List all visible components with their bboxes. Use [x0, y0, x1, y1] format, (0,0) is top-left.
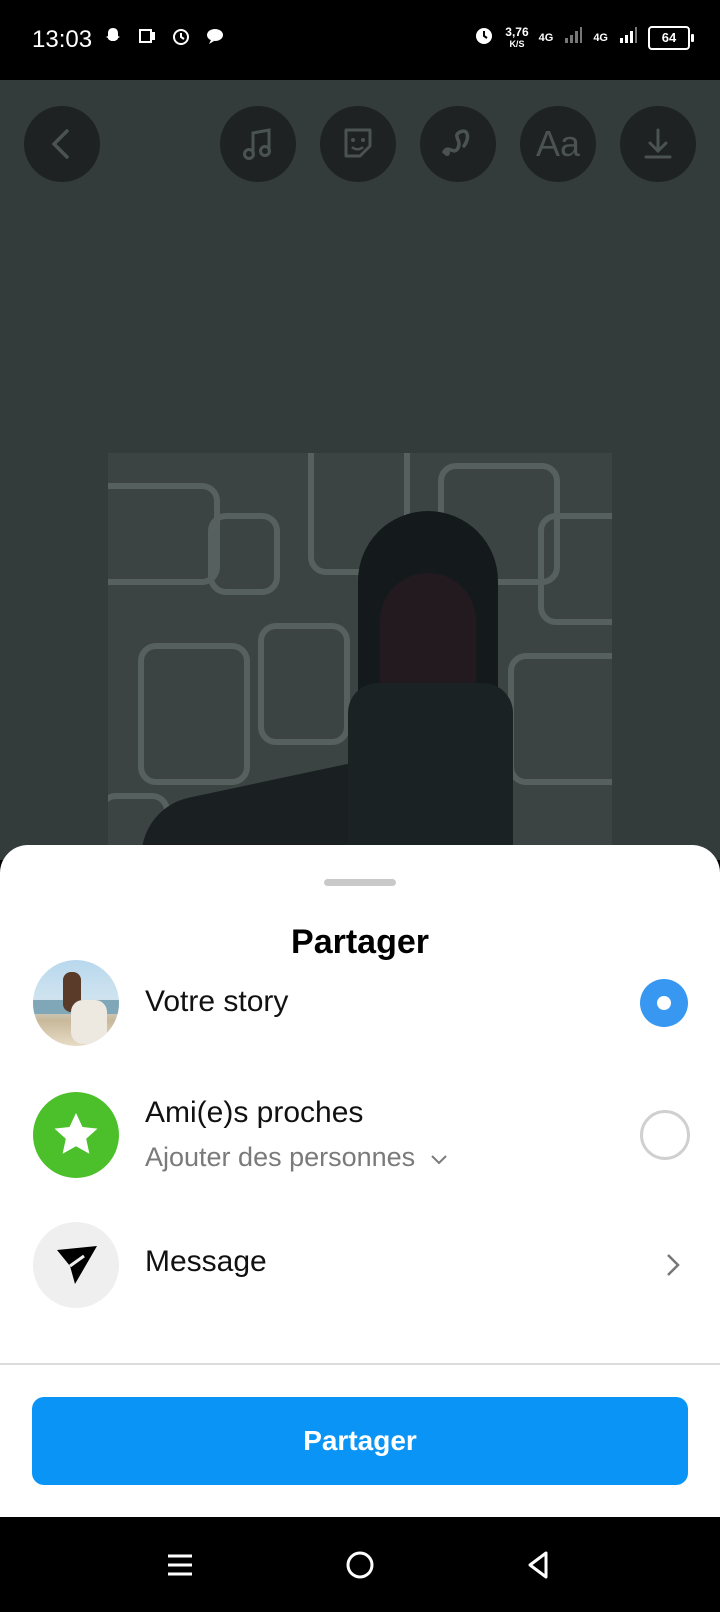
text-button[interactable]: Aa [520, 106, 596, 182]
story-editor: Aa [0, 80, 720, 860]
sim-icon [137, 26, 157, 46]
drag-handle[interactable] [324, 879, 396, 886]
alarm-icon [473, 24, 495, 51]
back-nav-button[interactable] [520, 1547, 556, 1583]
sheet-title: Partager [291, 923, 429, 961]
network-speed: 3,76 K/S [505, 26, 528, 50]
radio-unselected[interactable] [640, 1110, 690, 1160]
music-icon [243, 128, 271, 160]
avatar-horse [71, 1000, 107, 1044]
chevron-down-icon [430, 1155, 447, 1165]
shoe-lining [380, 573, 476, 693]
network-type-1: 4G [538, 31, 554, 44]
home-button[interactable] [342, 1547, 378, 1583]
chevron-right-icon [667, 1254, 680, 1276]
pattern-tile [538, 513, 612, 625]
download-button[interactable] [620, 106, 696, 182]
add-people-link[interactable]: Ajouter des personnes [145, 1142, 449, 1173]
signal-icon [563, 25, 583, 50]
radio-selected[interactable] [640, 979, 688, 1027]
divider [0, 1363, 720, 1365]
pattern-tile [508, 653, 612, 785]
pattern-tile [258, 623, 350, 745]
download-icon [644, 128, 672, 159]
close-friends-icon [33, 1092, 119, 1178]
home-icon [346, 1551, 374, 1579]
system-nav-bar [0, 1517, 720, 1612]
option-label: Message [145, 1245, 267, 1278]
speed-value: 3,76 [505, 24, 529, 39]
pattern-tile [138, 643, 250, 785]
option-message[interactable]: Message [0, 1220, 720, 1320]
back-icon [51, 129, 69, 159]
menu-icon [168, 1554, 192, 1576]
draw-icon [442, 129, 470, 156]
send-icon [33, 1222, 119, 1308]
share-sheet: Partager Votre story Ami(e)s proches Ajo… [0, 845, 720, 1517]
option-close-friends[interactable]: Ami(e)s proches Ajouter des personnes [0, 1090, 720, 1190]
menu-button[interactable] [162, 1547, 198, 1583]
status-right: 3,76 K/S 4G 4G 64 [473, 24, 694, 51]
back-triangle-icon [528, 1551, 548, 1579]
option-your-story[interactable]: Votre story [0, 960, 720, 1060]
pattern-tile [208, 513, 280, 595]
option-label: Ami(e)s proches [145, 1096, 364, 1129]
notification-icons [103, 26, 225, 46]
signal-icon [618, 25, 638, 50]
back-button[interactable] [24, 106, 100, 182]
sticker-button[interactable] [320, 106, 396, 182]
music-button[interactable] [220, 106, 296, 182]
pattern-tile [108, 483, 220, 585]
chat-icon [205, 26, 225, 46]
sticker-icon [344, 128, 372, 158]
share-button[interactable]: Partager [32, 1397, 688, 1485]
battery-indicator: 64 [648, 25, 694, 50]
avatar [33, 960, 119, 1046]
status-time: 13:03 [32, 26, 93, 53]
add-people-label: Ajouter des personnes [145, 1142, 416, 1172]
network-type-2: 4G [593, 31, 608, 44]
shoe-vamp [348, 683, 513, 860]
draw-button[interactable] [420, 106, 496, 182]
alarm-icon [171, 26, 191, 46]
speed-unit: K/S [509, 38, 525, 49]
status-bar: 13:03 3,76 K/S 4G 4G 64 [0, 0, 720, 80]
story-photo [108, 453, 612, 860]
snapchat-icon [103, 26, 123, 46]
option-label: Votre story [145, 985, 289, 1018]
text-icon: Aa [535, 123, 581, 164]
